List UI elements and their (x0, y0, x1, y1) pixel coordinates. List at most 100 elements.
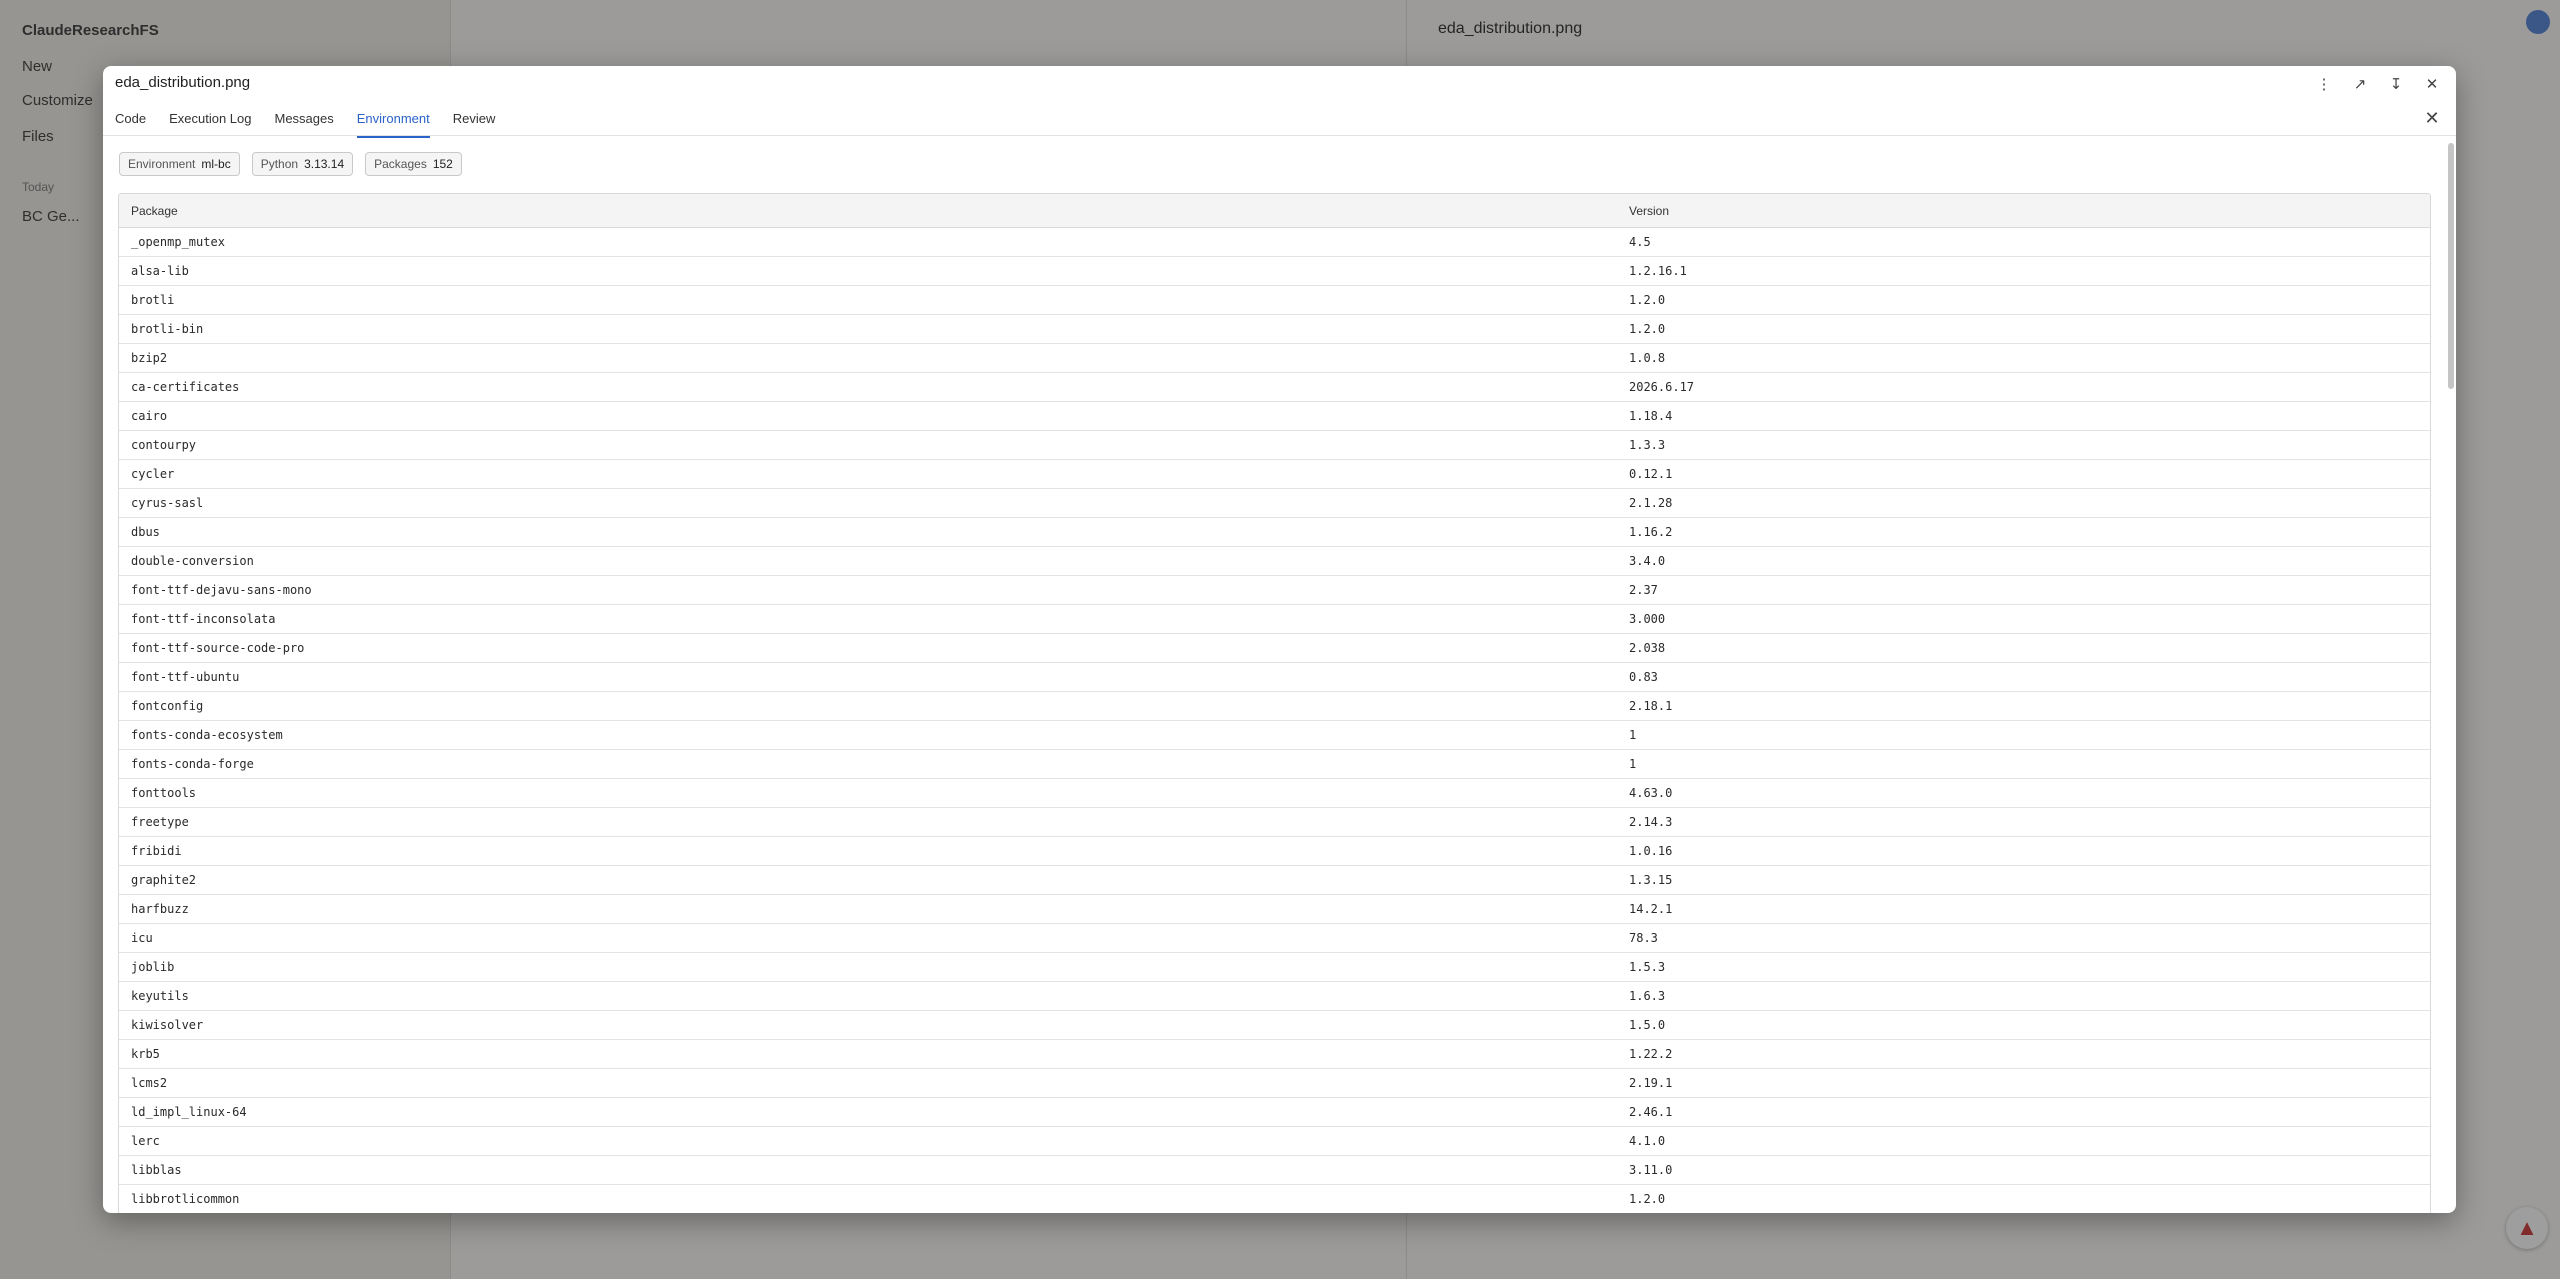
table-row: fontconfig 2.18.1 (119, 691, 2430, 721)
version-cell: 1 (1617, 720, 2430, 750)
table-row: fonts-conda-forge 1 (119, 749, 2430, 779)
version-cell: 1.5.3 (1617, 952, 2430, 982)
modal-title: eda_distribution.png (115, 74, 251, 91)
table-row: dbus 1.16.2 (119, 517, 2430, 547)
tab-code[interactable]: Code (115, 104, 146, 136)
version-cell: 3.000 (1617, 604, 2430, 634)
table-row: fribidi 1.0.16 (119, 836, 2430, 866)
package-cell: ld_impl_linux-64 (119, 1097, 1617, 1127)
python-badge-value: 3.13.14 (304, 157, 345, 171)
version-cell: 14.2.1 (1617, 894, 2430, 924)
package-cell: brotli (119, 285, 1617, 315)
package-cell: joblib (119, 952, 1617, 982)
table-row: kiwisolver 1.5.0 (119, 1010, 2430, 1040)
package-cell: libblas (119, 1155, 1617, 1185)
table-row: fonttools 4.63.0 (119, 778, 2430, 808)
table-row: icu 78.3 (119, 923, 2430, 953)
package-cell: icu (119, 923, 1617, 953)
table-row: keyutils 1.6.3 (119, 981, 2430, 1011)
packages-badge: Packages 152 (365, 152, 462, 176)
table-row: graphite2 1.3.15 (119, 865, 2430, 895)
version-cell: 2.14.3 (1617, 807, 2430, 837)
package-cell: dbus (119, 517, 1617, 547)
package-cell: graphite2 (119, 865, 1617, 895)
version-cell: 3.4.0 (1617, 546, 2430, 576)
tab-divider (103, 135, 2456, 136)
version-cell: 1.2.16.1 (1617, 256, 2430, 286)
package-cell: ca-certificates (119, 372, 1617, 402)
table-row: contourpy 1.3.3 (119, 430, 2430, 460)
package-cell: fonts-conda-ecosystem (119, 720, 1617, 750)
package-cell: _openmp_mutex (119, 227, 1617, 257)
package-cell: bzip2 (119, 343, 1617, 373)
artifact-modal: eda_distribution.png ⋮ ↗ ↧ ✕ Code Execut… (103, 66, 2456, 1213)
version-cell: 4.1.0 (1617, 1126, 2430, 1156)
download-icon[interactable]: ↧ (2384, 72, 2408, 96)
table-row: font-ttf-source-code-pro 2.038 (119, 633, 2430, 663)
version-cell: 3.11.0 (1617, 1155, 2430, 1185)
version-cell: 1.6.3 (1617, 981, 2430, 1011)
more-vertical-icon[interactable]: ⋮ (2312, 72, 2336, 96)
tab-environment[interactable]: Environment (356, 104, 430, 138)
table-row: alsa-lib 1.2.16.1 (119, 256, 2430, 286)
table-row: freetype 2.14.3 (119, 807, 2430, 837)
environment-badge: Environment ml-bc (119, 152, 240, 176)
tab-messages[interactable]: Messages (274, 104, 333, 136)
table-row: cyrus-sasl 2.1.28 (119, 488, 2430, 518)
environment-badge-value: ml-bc (201, 157, 231, 171)
table-row: fonts-conda-ecosystem 1 (119, 720, 2430, 750)
package-cell: fontconfig (119, 691, 1617, 721)
package-cell: krb5 (119, 1039, 1617, 1069)
column-header-package[interactable]: Package (119, 194, 1617, 228)
column-header-version[interactable]: Version (1617, 194, 2430, 228)
version-cell: 1.5.0 (1617, 1010, 2430, 1040)
package-cell: font-ttf-source-code-pro (119, 633, 1617, 663)
version-cell: 2.37 (1617, 575, 2430, 605)
version-cell: 2026.6.17 (1617, 372, 2430, 402)
package-cell: lcms2 (119, 1068, 1617, 1098)
package-cell: contourpy (119, 430, 1617, 460)
table-row: lcms2 2.19.1 (119, 1068, 2430, 1098)
version-cell: 1.0.16 (1617, 836, 2430, 866)
environment-badges: Environment ml-bc Python 3.13.14 Packages 1… (119, 152, 462, 176)
version-cell: 1.3.3 (1617, 430, 2430, 460)
version-cell: 1.18.4 (1617, 401, 2430, 431)
external-link-icon[interactable]: ↗ (2348, 72, 2372, 96)
version-cell: 1.22.2 (1617, 1039, 2430, 1069)
table-row: libblas 3.11.0 (119, 1155, 2430, 1185)
tab-review[interactable]: Review (453, 104, 496, 136)
table-row: bzip2 1.0.8 (119, 343, 2430, 373)
version-cell: 2.19.1 (1617, 1068, 2430, 1098)
package-cell: fonts-conda-forge (119, 749, 1617, 779)
version-cell: 1.2.0 (1617, 314, 2430, 344)
package-cell: double-conversion (119, 546, 1617, 576)
version-cell: 0.83 (1617, 662, 2430, 692)
scrollbar[interactable] (2448, 143, 2454, 389)
package-cell: harfbuzz (119, 894, 1617, 924)
close-icon[interactable]: ✕ (2420, 72, 2444, 96)
table-row: ca-certificates 2026.6.17 (119, 372, 2430, 402)
version-cell: 1.2.0 (1617, 1184, 2430, 1213)
package-cell: kiwisolver (119, 1010, 1617, 1040)
modal-header: eda_distribution.png ⋮ ↗ ↧ ✕ (103, 66, 2456, 100)
package-cell: font-ttf-inconsolata (119, 604, 1617, 634)
version-cell: 1.0.8 (1617, 343, 2430, 373)
package-cell: cairo (119, 401, 1617, 431)
table-row: brotli-bin 1.2.0 (119, 314, 2430, 344)
tab-execution-log[interactable]: Execution Log (169, 104, 251, 136)
version-cell: 0.12.1 (1617, 459, 2430, 489)
table-row: joblib 1.5.3 (119, 952, 2430, 982)
package-cell: font-ttf-dejavu-sans-mono (119, 575, 1617, 605)
version-cell: 1.16.2 (1617, 517, 2430, 547)
version-cell: 1 (1617, 749, 2430, 779)
package-cell: font-ttf-ubuntu (119, 662, 1617, 692)
table-row: ld_impl_linux-64 2.46.1 (119, 1097, 2430, 1127)
python-badge-label: Python (260, 157, 299, 171)
package-cell: freetype (119, 807, 1617, 837)
environment-badge-label: Environment (128, 157, 196, 171)
package-cell: alsa-lib (119, 256, 1617, 286)
close-panel-icon[interactable]: ✕ (2420, 106, 2444, 130)
table-row: krb5 1.22.2 (119, 1039, 2430, 1069)
table-row: lerc 4.1.0 (119, 1126, 2430, 1156)
packages-table: Package Version _openmp_mutex 4.5 alsa-lib… (118, 193, 2431, 1213)
